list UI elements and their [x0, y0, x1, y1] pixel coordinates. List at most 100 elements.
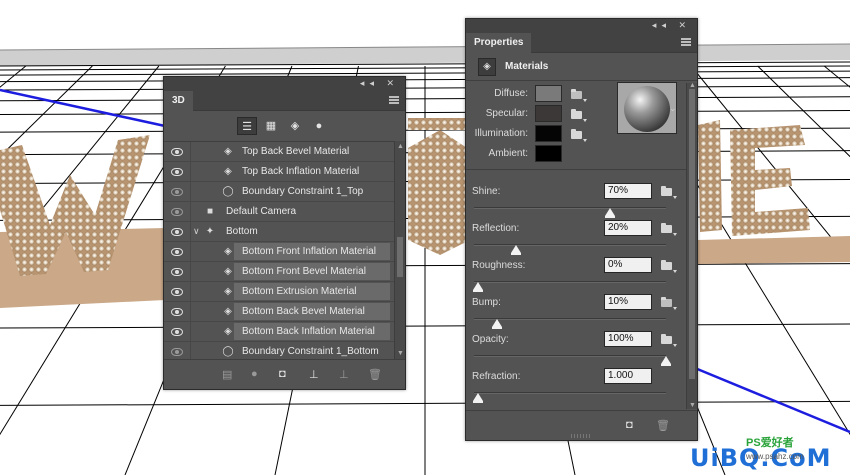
slider-label: Reflection: — [472, 223, 520, 234]
folder-icon[interactable] — [661, 260, 677, 273]
color-swatch[interactable] — [535, 85, 562, 102]
scrollbar-thumb[interactable] — [397, 237, 403, 277]
layer-row[interactable]: ∨ ✦ Bottom — [164, 222, 394, 242]
slider-track[interactable] — [474, 355, 666, 357]
material-icon[interactable]: ◈ — [285, 117, 305, 135]
slider-track[interactable] — [474, 281, 666, 283]
slider-track[interactable] — [474, 392, 666, 394]
letter-o — [408, 130, 470, 255]
ground-icon[interactable]: ⊥ — [309, 368, 319, 381]
layer-row[interactable]: ◯ Boundary Constraint 1_Top — [164, 182, 394, 202]
visibility-eye-icon[interactable] — [171, 208, 183, 216]
render-icon[interactable]: ▤ — [222, 368, 232, 381]
light-bulb-icon[interactable]: ● — [251, 368, 258, 380]
expand-chevron-icon[interactable]: ∨ — [193, 222, 200, 241]
3d-viewport[interactable] — [0, 0, 850, 475]
layer-row[interactable]: ◈ Bottom Extrusion Material — [164, 282, 394, 302]
slider-track[interactable] — [474, 207, 666, 209]
slider-label: Refraction: — [472, 371, 521, 382]
visibility-eye-icon[interactable] — [171, 228, 183, 236]
add-constraint-icon[interactable]: ⊥ — [339, 368, 349, 381]
properties-titlebar[interactable]: ◂◂ ✕ — [466, 19, 697, 33]
visibility-eye-icon[interactable] — [171, 188, 183, 196]
panel-3d-titlebar[interactable]: ◂◂ ✕ — [164, 77, 405, 91]
layer-label: Bottom Back Bevel Material — [242, 306, 365, 317]
new-material-icon[interactable]: ◘ — [626, 419, 633, 431]
scene-icon[interactable]: ☰ — [237, 117, 257, 135]
material-icon: ◈ — [224, 246, 232, 257]
material-icon: ◈ — [224, 146, 232, 157]
layer-row[interactable]: ◈ Bottom Back Inflation Material — [164, 322, 394, 342]
slider-track[interactable] — [474, 318, 666, 320]
slider-thumb[interactable] — [491, 319, 502, 329]
folder-icon[interactable] — [661, 186, 677, 199]
slider-value-input[interactable]: 100% — [604, 331, 652, 347]
properties-bottom-bar: ◘ 🗑 — [466, 410, 697, 440]
resize-grip[interactable] — [571, 434, 591, 438]
delete-material-icon[interactable]: 🗑 — [656, 419, 670, 432]
materials-header: ◈ Materials — [466, 53, 697, 81]
watermark-url-text: www.psahz.com — [746, 452, 804, 461]
folder-icon[interactable] — [571, 129, 587, 142]
properties-window-controls[interactable]: ◂◂ ✕ — [652, 20, 691, 31]
folder-icon[interactable] — [661, 223, 677, 236]
panel-window-controls[interactable]: ◂◂ ✕ — [360, 78, 399, 89]
color-swatch[interactable] — [535, 125, 562, 142]
color-swatch[interactable] — [535, 145, 562, 162]
layer-row[interactable]: ■ Default Camera — [164, 202, 394, 222]
layer-row[interactable]: ◈ Top Back Inflation Material — [164, 162, 394, 182]
slider-thumb[interactable] — [510, 245, 521, 255]
delete-icon[interactable]: 🗑 — [368, 368, 382, 381]
text-base-right — [698, 236, 850, 264]
layer-row[interactable]: ◈ Bottom Front Bevel Material — [164, 262, 394, 282]
visibility-eye-icon[interactable] — [171, 248, 183, 256]
texture-map-icon[interactable] — [571, 89, 587, 102]
constraint-icon: ◯ — [222, 186, 234, 197]
slider-value-input[interactable]: 20% — [604, 220, 652, 236]
light-icon[interactable]: ● — [309, 117, 329, 135]
new-mesh-icon[interactable]: ◘ — [279, 368, 286, 380]
visibility-eye-icon[interactable] — [171, 148, 183, 156]
slider-thumb[interactable] — [604, 208, 615, 218]
color-swatch[interactable] — [535, 105, 562, 122]
layer-list-scrollbar[interactable]: ▲ ▼ — [394, 141, 405, 359]
slider-value-input[interactable]: 0% — [604, 257, 652, 273]
slider-thumb[interactable] — [473, 393, 483, 403]
visibility-eye-icon[interactable] — [171, 268, 183, 276]
visibility-eye-icon[interactable] — [171, 348, 183, 356]
folder-icon[interactable] — [661, 334, 677, 347]
material-type-icon: ◈ — [478, 58, 496, 76]
material-picker-chevron-icon[interactable]: ⌄ — [669, 103, 677, 114]
tab-3d[interactable]: 3D — [164, 91, 193, 111]
visibility-eye-icon[interactable] — [171, 328, 183, 336]
layer-row[interactable]: ◈ Top Back Bevel Material — [164, 142, 394, 162]
properties-scrollbar-thumb[interactable] — [689, 89, 695, 379]
layer-row[interactable]: ◈ Bottom Front Inflation Material — [164, 242, 394, 262]
layer-label: Boundary Constraint 1_Top — [242, 186, 364, 197]
layer-row[interactable]: ◈ Bottom Back Bevel Material — [164, 302, 394, 322]
visibility-eye-icon[interactable] — [171, 288, 183, 296]
properties-menu-icon[interactable] — [681, 38, 691, 46]
slider-track[interactable] — [474, 244, 666, 246]
slider-value-input[interactable]: 70% — [604, 183, 652, 199]
layer-row[interactable]: ◯ Boundary Constraint 1_Bottom — [164, 342, 394, 359]
slider-thumb[interactable] — [661, 356, 671, 366]
color-prop-label: Diffuse: — [494, 88, 528, 99]
materials-title: Materials — [505, 61, 549, 72]
folder-icon[interactable] — [571, 109, 587, 122]
visibility-eye-icon[interactable] — [171, 168, 183, 176]
slider-value-input[interactable]: 1.000 — [604, 368, 652, 384]
3d-layer-list[interactable]: ◈ Top Back Bevel Material ◈ Top Back Inflat… — [164, 141, 405, 359]
texture-map-icon[interactable] — [661, 297, 677, 310]
material-preview-sphere[interactable] — [617, 82, 677, 134]
properties-scrollbar[interactable]: ▲ ▼ — [686, 82, 697, 409]
watermark-logo: PS爱好者 UiBQ.CoM www.psahz.com — [690, 432, 850, 475]
visibility-eye-icon[interactable] — [171, 308, 183, 316]
mesh-icon[interactable]: ▦ — [261, 117, 281, 135]
tab-properties[interactable]: Properties — [466, 33, 532, 53]
panel-menu-icon[interactable] — [389, 96, 399, 104]
slider-value-input[interactable]: 10% — [604, 294, 652, 310]
layer-label: Bottom Front Inflation Material — [242, 246, 376, 257]
slider-thumb[interactable] — [473, 282, 483, 292]
color-prop-label: Specular: — [485, 108, 528, 119]
